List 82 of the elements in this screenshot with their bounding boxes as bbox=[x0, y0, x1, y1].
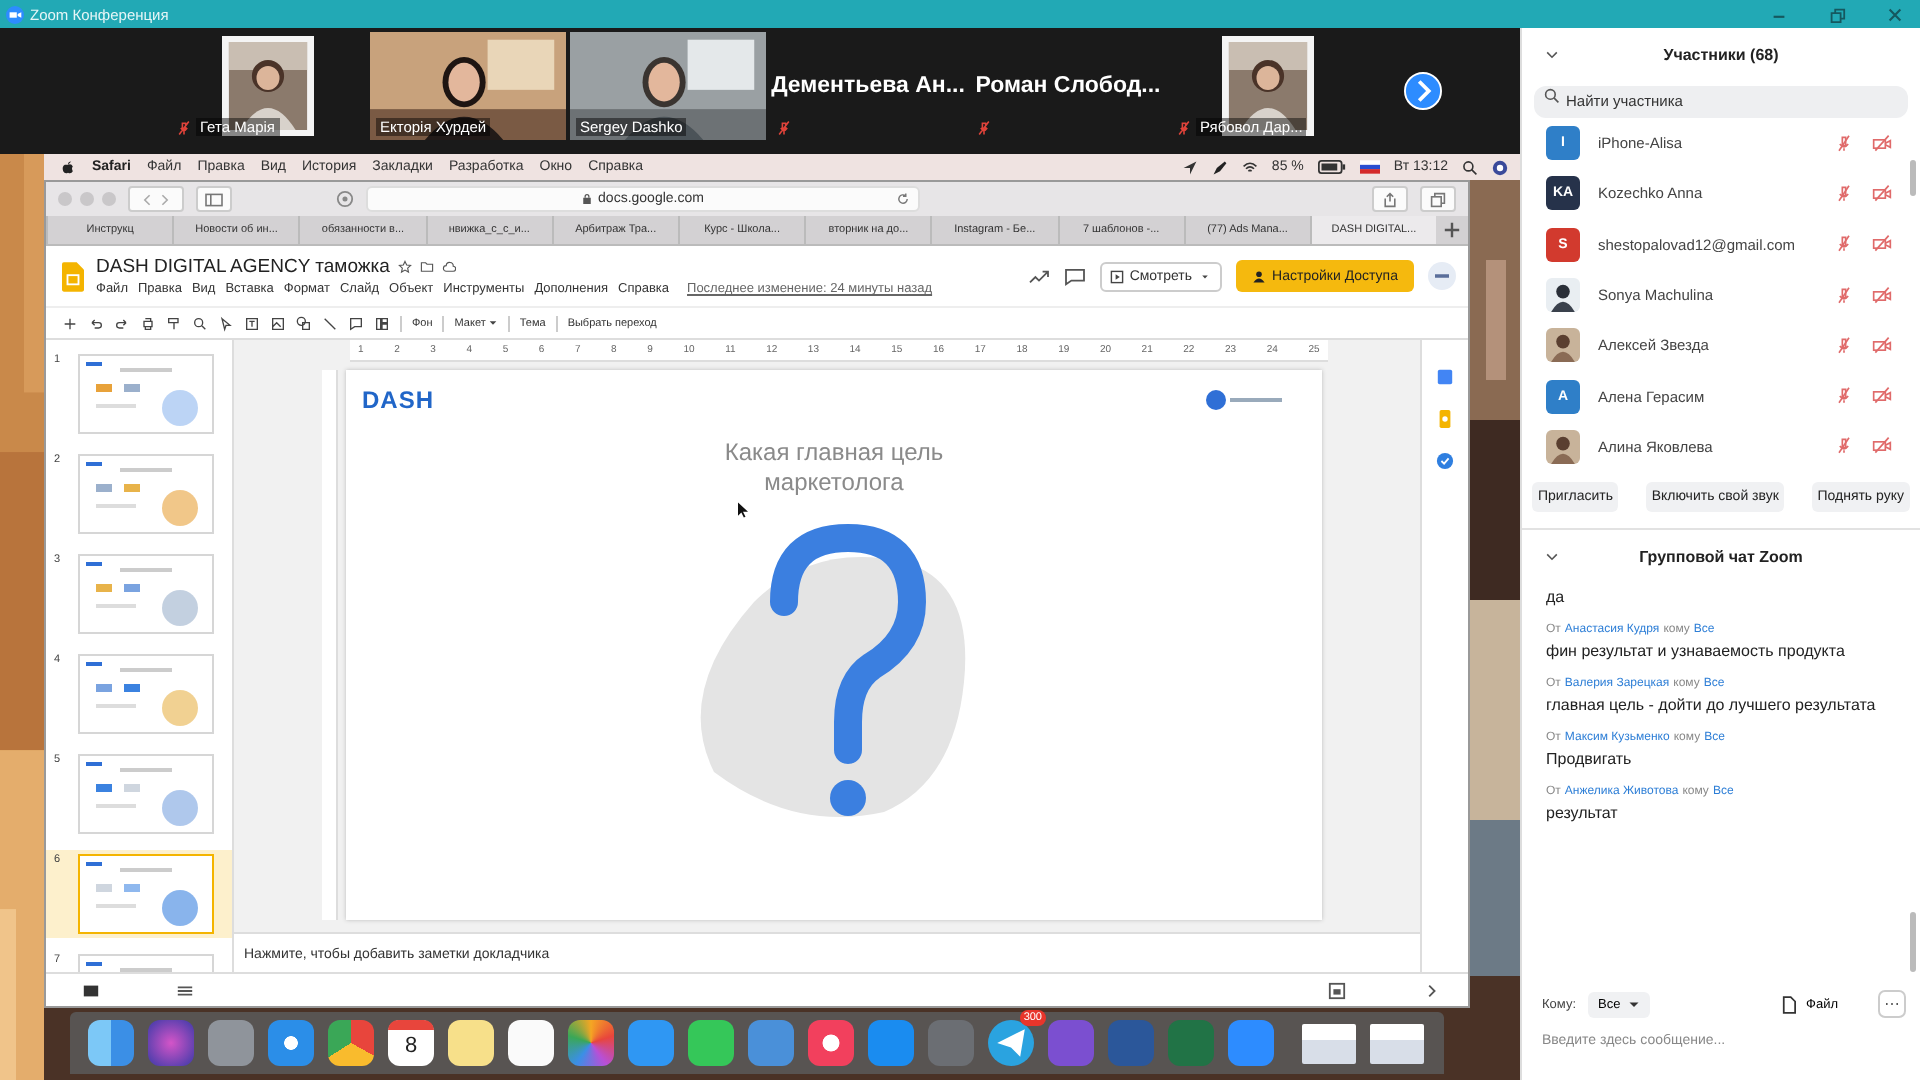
window-thumbnail[interactable] bbox=[1302, 1023, 1356, 1063]
participant-name: Роман Слобод... bbox=[975, 74, 1161, 98]
explore-icon[interactable] bbox=[1328, 981, 1346, 999]
lock-icon bbox=[582, 192, 593, 206]
list-view-icon[interactable] bbox=[176, 981, 194, 999]
app-icon[interactable] bbox=[688, 1020, 734, 1066]
battery-icon[interactable] bbox=[1317, 160, 1346, 174]
location-icon[interactable] bbox=[1181, 159, 1198, 175]
app-icon[interactable] bbox=[508, 1020, 554, 1066]
slide-thumbnail[interactable] bbox=[78, 854, 214, 934]
search-icon[interactable] bbox=[1462, 159, 1478, 175]
cloud-icon[interactable] bbox=[441, 260, 456, 274]
slide-thumbnail[interactable] bbox=[78, 354, 214, 434]
redo-icon[interactable] bbox=[114, 315, 130, 331]
shape-icon[interactable] bbox=[296, 315, 312, 331]
message-text: фин результат и узнаваемость продукта bbox=[1546, 640, 1847, 665]
layout-icon[interactable] bbox=[374, 315, 390, 331]
document-icon bbox=[1782, 995, 1797, 1013]
message-text: да bbox=[1546, 586, 1567, 611]
app-icon[interactable] bbox=[88, 1020, 134, 1066]
brand-icon bbox=[1206, 390, 1286, 410]
share-button[interactable] bbox=[1372, 186, 1408, 212]
privacy-icon[interactable] bbox=[336, 190, 354, 208]
text-box-icon[interactable] bbox=[244, 315, 260, 331]
app-icon[interactable] bbox=[328, 1020, 374, 1066]
app-icon[interactable] bbox=[808, 1020, 854, 1066]
tasks-icon[interactable] bbox=[1436, 452, 1454, 470]
flag-icon[interactable] bbox=[1359, 160, 1380, 174]
app-icon[interactable] bbox=[448, 1020, 494, 1066]
app-icon[interactable] bbox=[568, 1020, 614, 1066]
play-icon bbox=[1109, 269, 1124, 283]
app-icon[interactable] bbox=[268, 1020, 314, 1066]
caret-icon bbox=[1628, 998, 1641, 1010]
folder-icon[interactable] bbox=[419, 260, 434, 274]
slide-thumbnail[interactable] bbox=[78, 654, 214, 734]
calendar-icon[interactable]: 8 bbox=[388, 1020, 434, 1066]
siri-icon[interactable] bbox=[1492, 159, 1508, 175]
new-tab-icon[interactable] bbox=[1440, 218, 1465, 242]
zoom-logo-icon bbox=[6, 5, 24, 23]
wifi-icon[interactable] bbox=[1241, 159, 1258, 175]
undo-icon[interactable] bbox=[88, 315, 104, 331]
pen-icon[interactable] bbox=[1211, 159, 1228, 175]
reload-icon[interactable] bbox=[896, 192, 910, 206]
zoom-icon[interactable] bbox=[192, 315, 208, 331]
apple-icon[interactable] bbox=[60, 159, 76, 175]
line-icon[interactable] bbox=[322, 315, 338, 331]
chat-title: Групповой чат Zoom bbox=[1639, 547, 1803, 566]
collapse-icon[interactable] bbox=[1544, 548, 1560, 565]
avatar-icon[interactable] bbox=[1428, 262, 1456, 290]
slide-thumbnail[interactable] bbox=[78, 754, 214, 834]
close-icon[interactable] bbox=[1886, 5, 1904, 23]
participant-name: Дементьева Ан... bbox=[771, 74, 965, 98]
restore-icon[interactable] bbox=[1828, 5, 1846, 23]
grid-view-icon[interactable] bbox=[82, 981, 100, 999]
calendar-icon[interactable] bbox=[1436, 368, 1454, 386]
plus-icon[interactable] bbox=[62, 315, 78, 331]
trend-icon[interactable] bbox=[1027, 267, 1050, 285]
print-icon[interactable] bbox=[140, 315, 156, 331]
mouse-cursor-icon bbox=[738, 502, 748, 518]
slide-thumbnail[interactable] bbox=[78, 554, 214, 634]
paint-format-icon[interactable] bbox=[166, 315, 182, 331]
sidebar-button[interactable] bbox=[196, 186, 232, 212]
window-thumbnail[interactable] bbox=[1370, 1023, 1424, 1063]
collapse-icon[interactable] bbox=[1544, 46, 1560, 62]
image-icon[interactable] bbox=[270, 315, 286, 331]
message-text: результат bbox=[1546, 802, 1620, 827]
star-icon[interactable] bbox=[397, 260, 412, 274]
message-text: главная цель - дойти до лучшего результата bbox=[1546, 694, 1878, 719]
slide-canvas[interactable]: DASH Какая главная цель маркетолога bbox=[346, 370, 1322, 920]
person-icon bbox=[1252, 269, 1267, 283]
paper-plane-app-icon[interactable] bbox=[988, 1020, 1034, 1066]
comment-icon[interactable] bbox=[348, 315, 364, 331]
tabs-button[interactable] bbox=[1420, 186, 1456, 212]
logo: DASH bbox=[362, 386, 435, 414]
panel-title: Участники (68) bbox=[1663, 45, 1779, 63]
cursor-icon[interactable] bbox=[218, 315, 234, 331]
document-title[interactable]: DASH DIGITAL AGENCY таможка bbox=[96, 256, 390, 278]
calendar-day: 8 bbox=[404, 1030, 418, 1062]
message-text: Продвигать bbox=[1546, 748, 1634, 773]
comment-icon[interactable] bbox=[1063, 267, 1086, 285]
slide-thumbnail[interactable] bbox=[78, 454, 214, 534]
next-page-icon[interactable] bbox=[1404, 71, 1442, 109]
